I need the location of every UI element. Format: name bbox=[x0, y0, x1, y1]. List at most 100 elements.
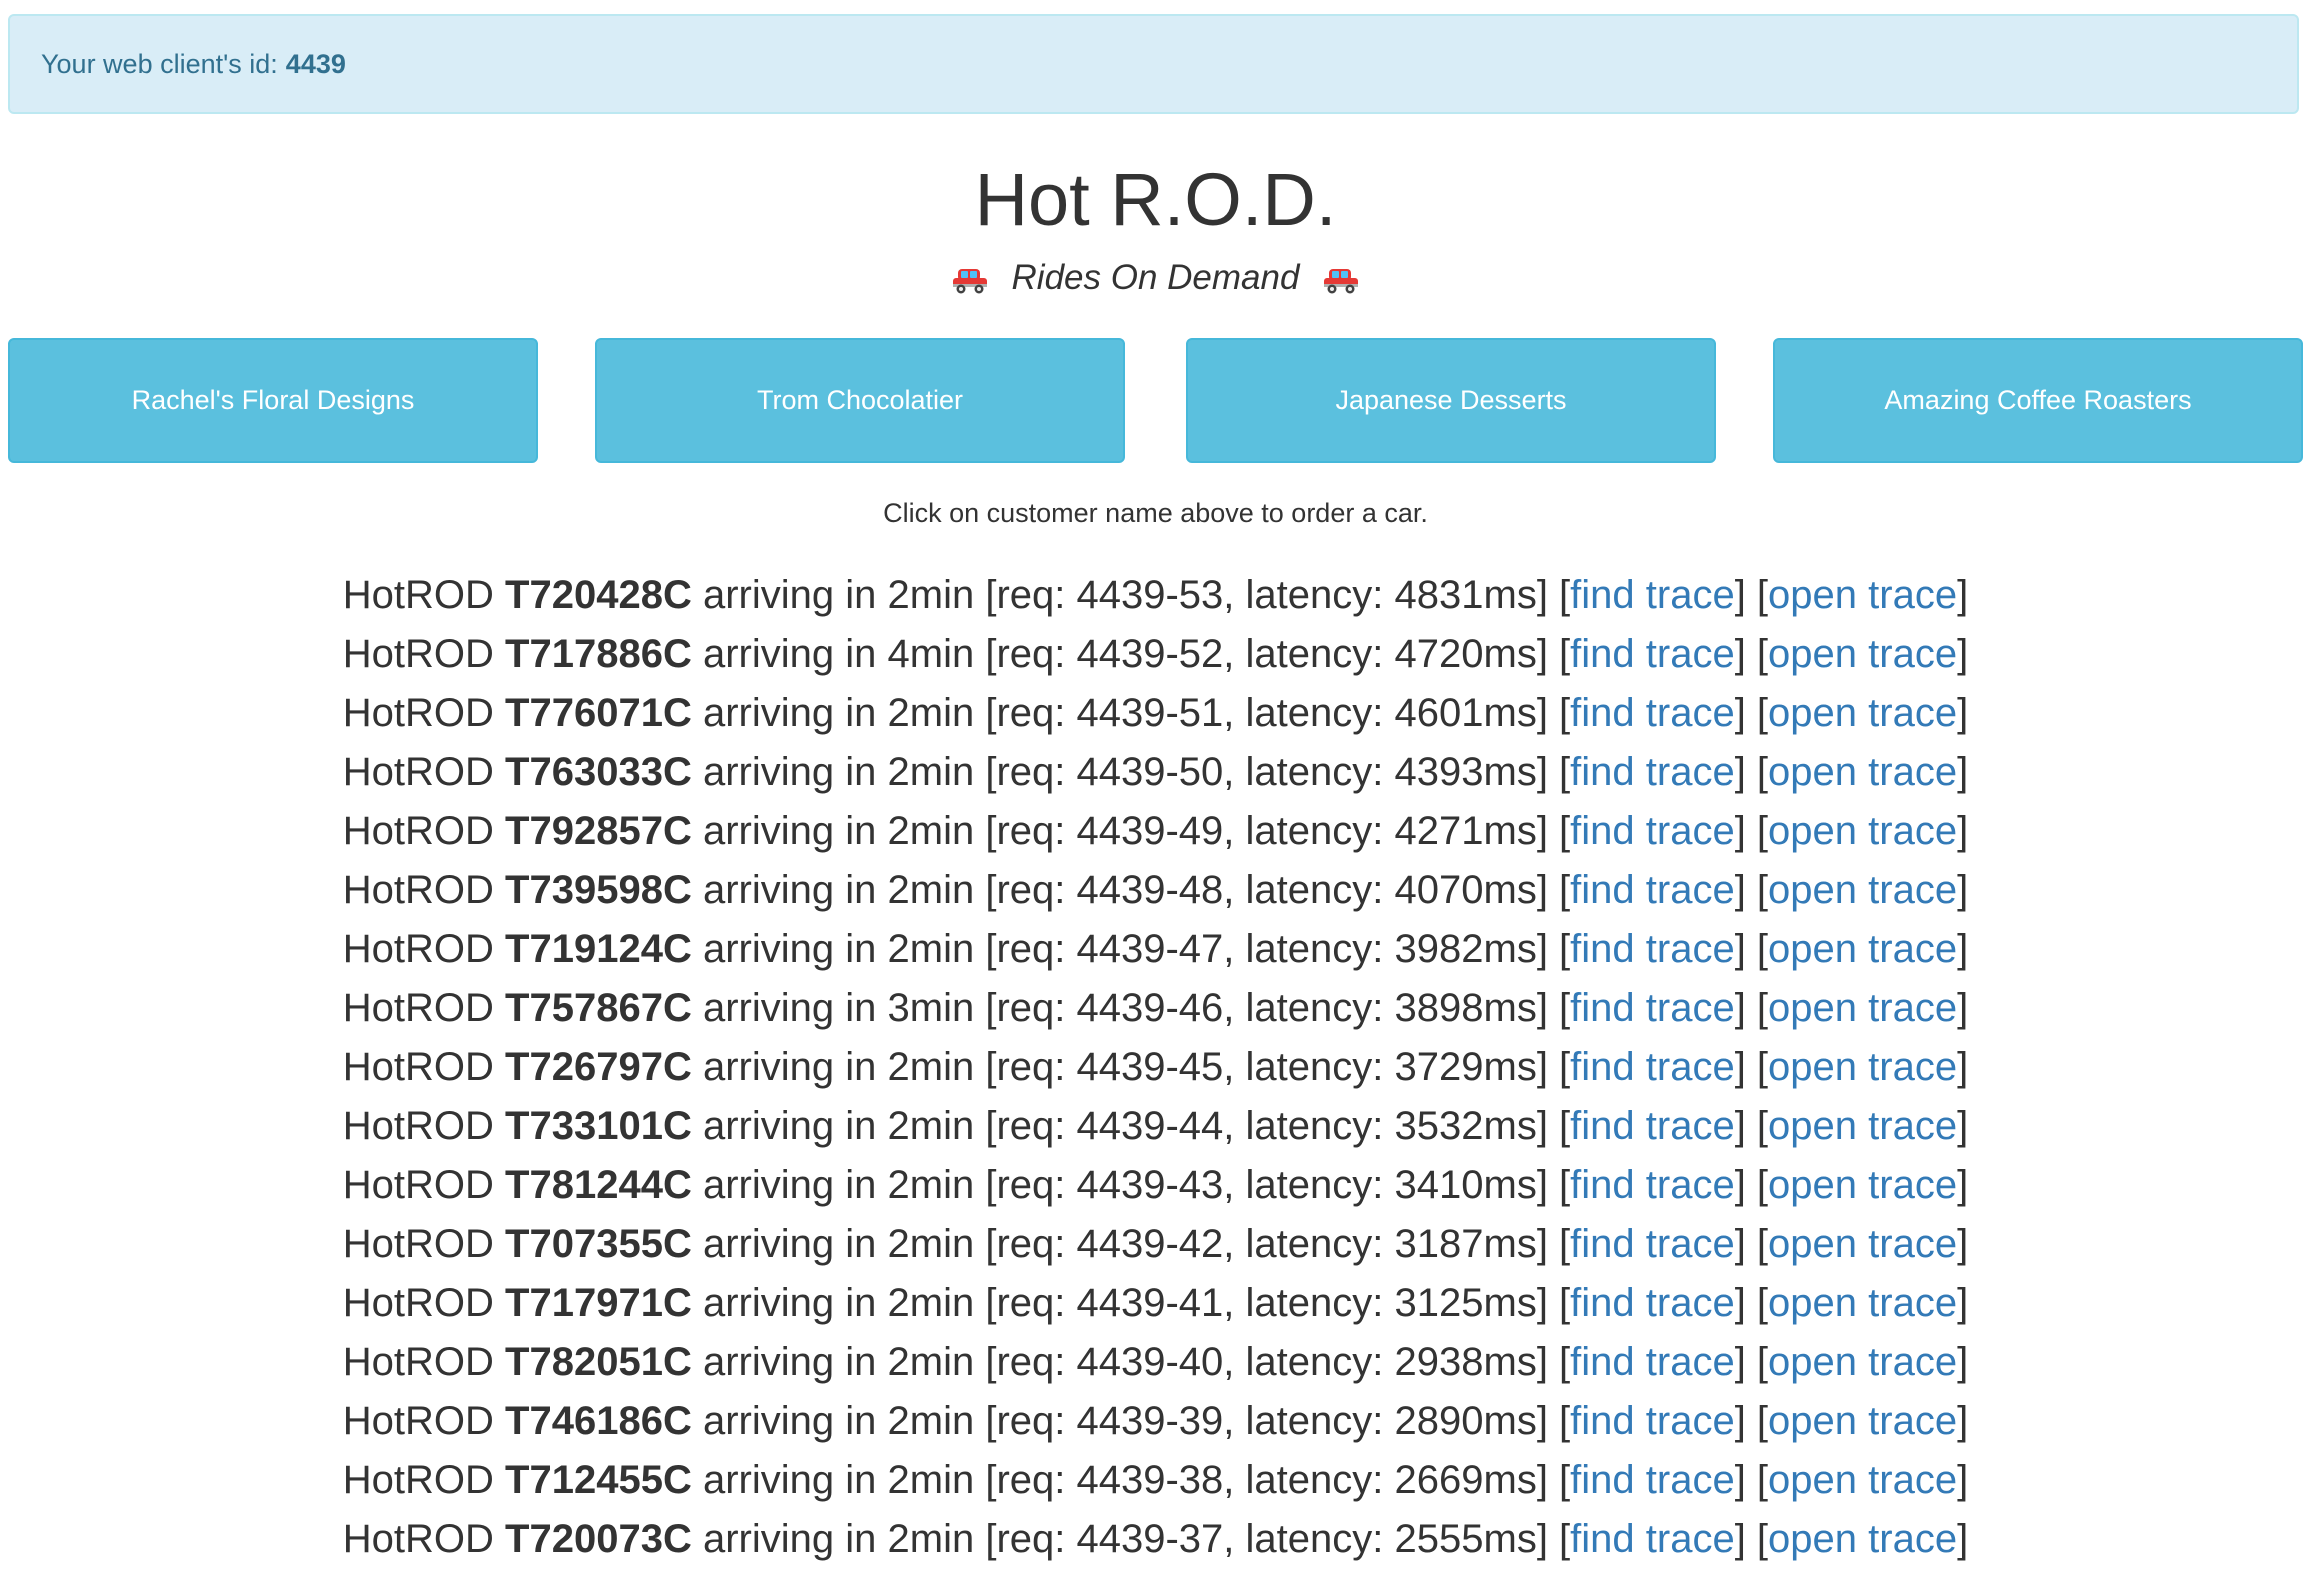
customer-buttons: Rachel's Floral Designs Trom Chocolatier… bbox=[8, 338, 2303, 463]
ride-latency: 3898ms bbox=[1394, 986, 1537, 1030]
ride-req-id: 4439-38 bbox=[1076, 1458, 1224, 1502]
ride-arriving-label: arriving in bbox=[702, 750, 877, 794]
ride-req-label: req: bbox=[996, 868, 1066, 912]
ride-latency: 3982ms bbox=[1394, 927, 1537, 971]
open-trace-link[interactable]: open trace bbox=[1768, 927, 1957, 971]
ride-eta: 2min bbox=[887, 1399, 975, 1443]
order-hint: Click on customer name above to order a … bbox=[883, 498, 1428, 528]
open-trace-link[interactable]: open trace bbox=[1768, 809, 1957, 853]
car-icon bbox=[952, 265, 988, 295]
find-trace-link[interactable]: find trace bbox=[1570, 573, 1735, 617]
ride-latency-label: latency: bbox=[1245, 868, 1384, 912]
find-trace-link[interactable]: find trace bbox=[1570, 750, 1735, 794]
ride-row: HotROD T719124C arriving in 2min [req: 4… bbox=[342, 927, 1969, 971]
ride-prefix: HotROD bbox=[342, 1222, 494, 1266]
ride-latency: 2555ms bbox=[1394, 1517, 1537, 1561]
ride-car-id: T792857C bbox=[505, 809, 692, 853]
customer-button-trom-chocolatier[interactable]: Trom Chocolatier bbox=[595, 338, 1125, 463]
ride-latency-label: latency: bbox=[1245, 1340, 1384, 1384]
ride-latency-label: latency: bbox=[1245, 809, 1384, 853]
ride-latency: 3729ms bbox=[1394, 1045, 1537, 1089]
find-trace-link[interactable]: find trace bbox=[1570, 986, 1735, 1030]
find-trace-link[interactable]: find trace bbox=[1570, 1340, 1735, 1384]
ride-row: HotROD T763033C arriving in 2min [req: 4… bbox=[342, 750, 1969, 794]
open-trace-link[interactable]: open trace bbox=[1768, 868, 1957, 912]
ride-eta: 2min bbox=[887, 1458, 975, 1502]
ride-req-label: req: bbox=[996, 1281, 1066, 1325]
open-trace-link[interactable]: open trace bbox=[1768, 1222, 1957, 1266]
customer-button-rachels-floral-designs[interactable]: Rachel's Floral Designs bbox=[8, 338, 538, 463]
ride-prefix: HotROD bbox=[342, 1340, 494, 1384]
open-trace-link[interactable]: open trace bbox=[1768, 1104, 1957, 1148]
ride-car-id: T717971C bbox=[505, 1281, 692, 1325]
ride-eta: 2min bbox=[887, 750, 975, 794]
find-trace-link[interactable]: find trace bbox=[1570, 1458, 1735, 1502]
ride-eta: 2min bbox=[887, 1517, 975, 1561]
find-trace-link[interactable]: find trace bbox=[1570, 1281, 1735, 1325]
ride-latency-label: latency: bbox=[1245, 1104, 1384, 1148]
ride-car-id: T720073C bbox=[505, 1517, 692, 1561]
ride-list: HotROD T720428C arriving in 2min [req: 4… bbox=[0, 566, 2311, 1569]
ride-latency-label: latency: bbox=[1245, 1517, 1384, 1561]
ride-row: HotROD T720428C arriving in 2min [req: 4… bbox=[342, 573, 1969, 617]
open-trace-link[interactable]: open trace bbox=[1768, 750, 1957, 794]
ride-row: HotROD T712455C arriving in 2min [req: 4… bbox=[342, 1458, 1969, 1502]
open-trace-link[interactable]: open trace bbox=[1768, 1458, 1957, 1502]
ride-arriving-label: arriving in bbox=[702, 986, 877, 1030]
ride-arriving-label: arriving in bbox=[702, 1340, 877, 1384]
open-trace-link[interactable]: open trace bbox=[1768, 691, 1957, 735]
ride-latency-label: latency: bbox=[1245, 1222, 1384, 1266]
find-trace-link[interactable]: find trace bbox=[1570, 1399, 1735, 1443]
ride-eta: 2min bbox=[887, 868, 975, 912]
ride-req-id: 4439-51 bbox=[1076, 691, 1224, 735]
ride-prefix: HotROD bbox=[342, 691, 494, 735]
ride-req-id: 4439-39 bbox=[1076, 1399, 1224, 1443]
find-trace-link[interactable]: find trace bbox=[1570, 1517, 1735, 1561]
ride-req-id: 4439-43 bbox=[1076, 1163, 1224, 1207]
ride-eta: 2min bbox=[887, 1104, 975, 1148]
ride-prefix: HotROD bbox=[342, 927, 494, 971]
find-trace-link[interactable]: find trace bbox=[1570, 868, 1735, 912]
open-trace-link[interactable]: open trace bbox=[1768, 1517, 1957, 1561]
ride-prefix: HotROD bbox=[342, 1045, 494, 1089]
ride-latency: 4070ms bbox=[1394, 868, 1537, 912]
find-trace-link[interactable]: find trace bbox=[1570, 1104, 1735, 1148]
ride-prefix: HotROD bbox=[342, 750, 494, 794]
open-trace-link[interactable]: open trace bbox=[1768, 1281, 1957, 1325]
find-trace-link[interactable]: find trace bbox=[1570, 691, 1735, 735]
find-trace-link[interactable]: find trace bbox=[1570, 809, 1735, 853]
find-trace-link[interactable]: find trace bbox=[1570, 1045, 1735, 1089]
open-trace-link[interactable]: open trace bbox=[1768, 986, 1957, 1030]
ride-req-id: 4439-47 bbox=[1076, 927, 1224, 971]
ride-car-id: T739598C bbox=[505, 868, 692, 912]
ride-req-id: 4439-52 bbox=[1076, 632, 1224, 676]
open-trace-link[interactable]: open trace bbox=[1768, 1045, 1957, 1089]
find-trace-link[interactable]: find trace bbox=[1570, 632, 1735, 676]
ride-latency-label: latency: bbox=[1245, 1458, 1384, 1502]
ride-req-label: req: bbox=[996, 1045, 1066, 1089]
ride-car-id: T720428C bbox=[505, 573, 692, 617]
ride-car-id: T746186C bbox=[505, 1399, 692, 1443]
ride-latency-label: latency: bbox=[1245, 1399, 1384, 1443]
customer-button-amazing-coffee-roasters[interactable]: Amazing Coffee Roasters bbox=[1773, 338, 2303, 463]
find-trace-link[interactable]: find trace bbox=[1570, 1163, 1735, 1207]
open-trace-link[interactable]: open trace bbox=[1768, 1399, 1957, 1443]
open-trace-link[interactable]: open trace bbox=[1768, 1340, 1957, 1384]
open-trace-link[interactable]: open trace bbox=[1768, 1163, 1957, 1207]
ride-req-id: 4439-37 bbox=[1076, 1517, 1224, 1561]
open-trace-link[interactable]: open trace bbox=[1768, 573, 1957, 617]
ride-prefix: HotROD bbox=[342, 573, 494, 617]
ride-car-id: T757867C bbox=[505, 986, 692, 1030]
customer-button-japanese-desserts[interactable]: Japanese Desserts bbox=[1186, 338, 1716, 463]
ride-req-id: 4439-46 bbox=[1076, 986, 1224, 1030]
ride-eta: 2min bbox=[887, 1163, 975, 1207]
ride-req-label: req: bbox=[996, 691, 1066, 735]
ride-car-id: T763033C bbox=[505, 750, 692, 794]
ride-row: HotROD T782051C arriving in 2min [req: 4… bbox=[342, 1340, 1969, 1384]
ride-prefix: HotROD bbox=[342, 868, 494, 912]
find-trace-link[interactable]: find trace bbox=[1570, 1222, 1735, 1266]
open-trace-link[interactable]: open trace bbox=[1768, 632, 1957, 676]
car-icon bbox=[1323, 265, 1359, 295]
page-title: Hot R.O.D. bbox=[974, 158, 1337, 241]
find-trace-link[interactable]: find trace bbox=[1570, 927, 1735, 971]
